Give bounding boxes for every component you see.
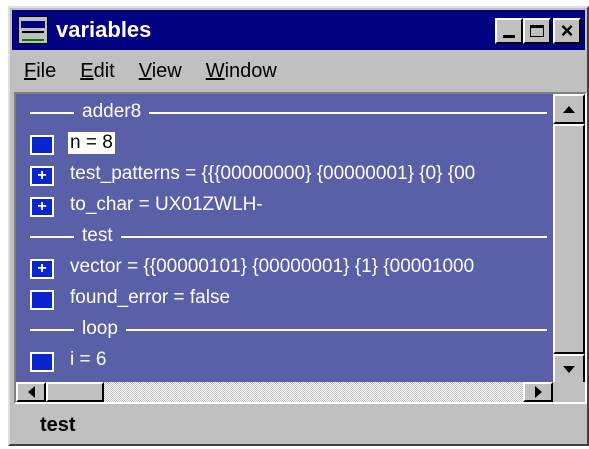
- variable-value: i = 6: [70, 349, 107, 370]
- menu-mnemonic: V: [138, 59, 152, 82]
- menu-mnemonic: E: [80, 59, 94, 82]
- variable-row[interactable]: + to_char = UX01ZWLH-: [16, 191, 553, 221]
- close-icon: ×: [560, 18, 574, 43]
- arrow-down-icon: [563, 365, 575, 373]
- separator-line: [30, 112, 74, 114]
- expand-icon[interactable]: +: [30, 166, 54, 186]
- status-text: test: [40, 414, 76, 436]
- separator-line: [149, 112, 547, 114]
- scroll-right-button[interactable]: [523, 382, 553, 402]
- variables-pane: adder8 n = 8 + test_patterns = {{{00000000}…: [14, 92, 587, 404]
- variables-list[interactable]: adder8 n = 8 + test_patterns = {{{00000000}…: [16, 94, 553, 384]
- minimize-button[interactable]: [495, 18, 523, 44]
- variable-row[interactable]: + test_patterns = {{{00000000} {00000001}…: [16, 160, 553, 190]
- arrow-left-icon: [27, 386, 35, 398]
- variable-value: n = 8: [68, 132, 115, 154]
- menu-mnemonic: F: [24, 59, 37, 82]
- close-button[interactable]: ×: [553, 18, 581, 44]
- menu-label-rest: indow: [224, 59, 277, 82]
- menu-label-rest: ile: [36, 59, 57, 82]
- variable-row[interactable]: found_error = false: [16, 284, 553, 314]
- variable-row[interactable]: n = 8: [16, 129, 553, 159]
- group-header-test: test: [16, 222, 553, 252]
- variable-row[interactable]: i = 6: [16, 346, 553, 376]
- separator-line: [30, 329, 74, 331]
- horizontal-scrollbar[interactable]: [16, 382, 585, 402]
- group-header-adder8: adder8: [16, 98, 553, 128]
- minimize-icon: [503, 34, 515, 38]
- arrow-up-icon: [563, 105, 575, 113]
- menu-window[interactable]: Window: [194, 60, 289, 83]
- expand-icon[interactable]: +: [30, 197, 54, 217]
- variable-value: vector = {{00000101} {00000001} {1} {000…: [70, 256, 475, 277]
- group-header-loop: loop: [16, 315, 553, 345]
- window-title: variables: [56, 17, 152, 42]
- scroll-left-button[interactable]: [16, 382, 46, 402]
- horizontal-scroll-thumb[interactable]: [46, 382, 104, 402]
- menu-label-rest: dit: [93, 59, 115, 82]
- maximize-icon: [530, 25, 544, 37]
- plain-square-icon: [30, 290, 54, 310]
- app-icon[interactable]: [18, 16, 48, 44]
- plain-square-icon: [30, 135, 54, 155]
- variable-value: test_patterns = {{{00000000} {00000001} …: [70, 163, 476, 184]
- separator-line: [30, 236, 74, 238]
- menu-label-rest: iew: [151, 59, 182, 82]
- vertical-scrollbar[interactable]: [553, 94, 585, 384]
- menu-view[interactable]: View: [127, 60, 194, 83]
- menu-mnemonic: W: [205, 59, 225, 82]
- scroll-up-button[interactable]: [553, 94, 585, 124]
- scroll-down-button[interactable]: [553, 354, 585, 384]
- variable-value: found_error = false: [70, 287, 231, 308]
- vertical-scroll-thumb[interactable]: [553, 124, 585, 354]
- group-label: adder8: [82, 101, 142, 122]
- separator-line: [125, 329, 547, 331]
- variables-window: variables × File Edit View Window adder8 n =…: [8, 6, 589, 446]
- menu-bar: File Edit View Window: [12, 54, 585, 88]
- variable-value: to_char = UX01ZWLH-: [70, 194, 263, 215]
- menu-file[interactable]: File: [12, 60, 68, 83]
- separator-line: [120, 236, 547, 238]
- arrow-right-icon: [534, 386, 542, 398]
- title-bar[interactable]: variables ×: [12, 10, 585, 50]
- scrollbar-corner: [553, 382, 585, 402]
- group-label: test: [82, 225, 113, 246]
- menu-edit[interactable]: Edit: [68, 60, 126, 83]
- expand-icon[interactable]: +: [30, 259, 54, 279]
- maximize-button[interactable]: [523, 18, 551, 44]
- group-label: loop: [82, 318, 118, 339]
- variable-row[interactable]: + vector = {{00000101} {00000001} {1} {00…: [16, 253, 553, 283]
- plain-square-icon: [30, 352, 54, 372]
